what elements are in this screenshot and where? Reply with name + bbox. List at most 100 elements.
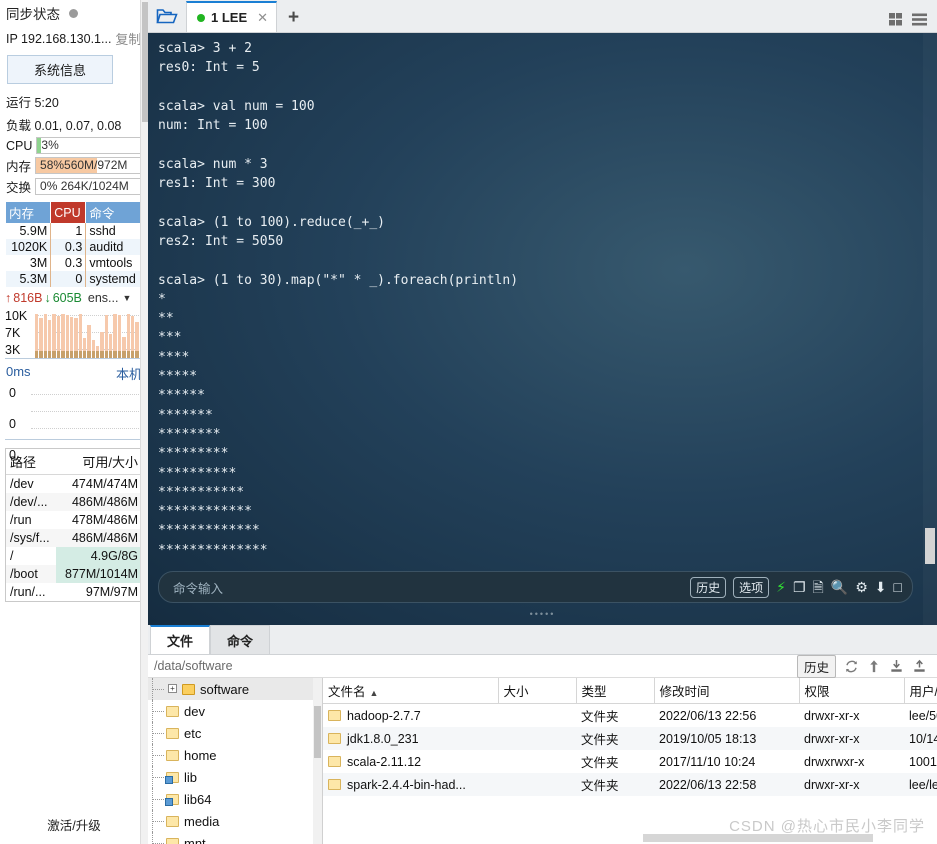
command-input-bar[interactable]: 命令输入 历史 选项 ⚡ ❐ 🗎 🔍 ⚙ ⬇ □ xyxy=(158,571,913,603)
file-cell-owner: lee/50 xyxy=(909,708,937,723)
copy-ip-button[interactable]: 复制 xyxy=(115,29,141,48)
process-row[interactable]: 3M 0.3 vmtools xyxy=(6,255,142,271)
upload-icon[interactable] xyxy=(912,659,927,674)
activate-upgrade-link[interactable]: 激活/升级 xyxy=(0,815,148,834)
command-input-field[interactable]: 命令输入 xyxy=(173,578,223,597)
network-interface-label[interactable]: ens... xyxy=(88,291,119,305)
terminal-tab-1[interactable]: 1 LEE ✕ xyxy=(186,1,278,32)
file-list-table: 文件名▲大小类型修改时间权限用户/用户组 hadoop-2.7.7文件夹2022… xyxy=(323,678,937,796)
file-col-owner[interactable]: 用户/用户组 xyxy=(904,678,937,704)
disk-row[interactable]: /sys/f... 486M/486M xyxy=(6,529,142,547)
file-cell-size xyxy=(498,773,576,796)
disk-row[interactable]: /run 478M/486M xyxy=(6,511,142,529)
tree-item-dev[interactable]: dev xyxy=(148,700,322,722)
tree-item-etc[interactable]: etc xyxy=(148,722,322,744)
copy-icon[interactable]: ❐ xyxy=(793,580,806,594)
file-cell-perm: drwxr-xr-x xyxy=(799,773,904,796)
ip-row: IP 192.168.130.1... 复制 xyxy=(0,26,148,51)
disk-row[interactable]: /dev 474M/474M xyxy=(6,475,142,494)
uptime-label: 运行 5:20 xyxy=(6,96,59,110)
disk-row[interactable]: / 4.9G/8G xyxy=(6,547,142,565)
gear-icon[interactable]: ⚙ xyxy=(855,580,868,594)
file-col-size[interactable]: 大小 xyxy=(498,678,577,704)
tree-item-home[interactable]: home xyxy=(148,744,322,766)
folder-icon xyxy=(165,793,179,806)
command-options-button[interactable]: 选项 xyxy=(733,576,770,598)
tree-item-software[interactable]: + software xyxy=(148,678,322,700)
tab-files[interactable]: 文件 xyxy=(150,625,211,654)
tab-commands[interactable]: 命令 xyxy=(210,625,271,654)
close-icon[interactable]: ✕ xyxy=(257,10,268,26)
process-col-command[interactable]: 命令 xyxy=(85,202,142,223)
terminal-output-area[interactable]: scala> 3 + 2 res0: Int = 5 scala> val nu… xyxy=(148,33,937,625)
swap-meter: 0% 264K/1024M xyxy=(35,178,142,195)
load-average-label: 负载 0.01, 0.07, 0.08 xyxy=(6,119,122,133)
download-icon[interactable]: ⬇ xyxy=(875,580,887,594)
ping-y-label-2: 0 xyxy=(9,448,16,462)
process-col-cpu[interactable]: CPU xyxy=(50,202,87,223)
table-row[interactable]: hadoop-2.7.7 文件夹 2022/06/13 22:56 drwxr-xr-… xyxy=(323,704,937,728)
download-icon[interactable] xyxy=(889,659,904,674)
disk-col-size[interactable]: 可用/大小 xyxy=(56,449,142,475)
folder-icon xyxy=(166,749,179,761)
disk-usage-panel: 路径 可用/大小 /dev 474M/474M/dev/... 486M/486M /… xyxy=(5,448,143,602)
tree-item-lib64[interactable]: lib64 xyxy=(148,788,322,810)
disk-row[interactable]: /dev/... 486M/486M xyxy=(6,493,142,511)
bolt-icon[interactable]: ⚡ xyxy=(776,580,786,594)
file-cell-type: 文件夹 xyxy=(581,756,619,770)
folder-icon xyxy=(328,756,341,767)
memory-meter-label: 内存 xyxy=(6,160,32,174)
paste-icon[interactable]: 🗎 xyxy=(813,580,824,594)
process-row[interactable]: 5.3M 0 systemd xyxy=(6,271,142,287)
ping-header: 0ms 本机 xyxy=(0,359,148,384)
directory-tree[interactable]: + software dev etc home lib lib64 media mnt xyxy=(148,678,323,844)
sidebar-scrollbar[interactable] xyxy=(140,0,148,844)
table-row[interactable]: scala-2.11.12 文件夹 2017/11/10 10:24 drwxrwxr… xyxy=(323,750,937,773)
cpu-meter-label: CPU xyxy=(6,138,33,153)
disk-path: / xyxy=(10,549,14,563)
tree-item-label: etc xyxy=(184,725,202,741)
current-path-label[interactable]: /data/software xyxy=(154,659,233,673)
file-cell-owner: lee/lee xyxy=(904,773,937,796)
terminal-scrollbar[interactable] xyxy=(923,33,937,625)
tree-scrollbar[interactable] xyxy=(313,678,322,844)
file-col-perm[interactable]: 权限 xyxy=(799,678,905,704)
list-menu-icon[interactable] xyxy=(912,12,929,27)
refresh-icon[interactable] xyxy=(844,659,859,674)
file-col-name[interactable]: 文件名 ▲ xyxy=(323,678,499,704)
disk-row[interactable]: /boot 877M/1014M xyxy=(6,565,142,583)
disk-path: /run/... xyxy=(10,585,46,599)
process-col-memory[interactable]: 内存 xyxy=(6,202,52,223)
expand-icon[interactable]: + xyxy=(168,684,177,693)
window-icon[interactable]: □ xyxy=(894,580,902,594)
grid-view-icon[interactable] xyxy=(889,12,906,27)
table-row[interactable]: jdk1.8.0_231 文件夹 2019/10/05 18:13 drwxr-xr-… xyxy=(323,727,937,750)
connected-dot-icon xyxy=(197,13,205,22)
open-folder-icon[interactable] xyxy=(148,0,186,32)
tree-item-label: media xyxy=(184,813,220,829)
splitter-grip[interactable]: ••••• xyxy=(530,609,556,619)
process-row[interactable]: 5.9M 1 sshd xyxy=(6,223,142,239)
table-row[interactable]: spark-2.4.4-bin-had... 文件夹 2022/06/13 22:5… xyxy=(323,773,937,796)
plus-icon[interactable]: + xyxy=(277,7,310,32)
disk-path: /boot xyxy=(6,565,57,583)
tree-item-lib[interactable]: lib xyxy=(148,766,322,788)
parent-dir-icon[interactable] xyxy=(867,659,881,674)
process-table[interactable]: 内存 CPU 命令 5.9M 1 sshd 1020K 0.3 auditd 3M 0.3 vm… xyxy=(6,202,142,287)
file-toolbar: 历史 xyxy=(796,654,937,678)
file-cell-mtime: 2022/06/13 22:58 xyxy=(654,773,799,796)
chevron-down-icon[interactable]: ▼ xyxy=(122,293,131,303)
file-cell-type: 文件夹 xyxy=(581,710,619,724)
search-icon[interactable]: 🔍 xyxy=(831,580,848,594)
file-col-mtime[interactable]: 修改时间 xyxy=(654,678,800,704)
disk-table[interactable]: 路径 可用/大小 /dev 474M/474M/dev/... 486M/486M /… xyxy=(6,449,142,601)
disk-row[interactable]: /run/... 97M/97M xyxy=(6,583,142,601)
tree-item-mnt[interactable]: mnt xyxy=(148,832,322,844)
command-history-button[interactable]: 历史 xyxy=(690,576,727,598)
tree-item-media[interactable]: media xyxy=(148,810,322,832)
process-row[interactable]: 1020K 0.3 auditd xyxy=(6,239,142,255)
system-info-button[interactable]: 系统信息 xyxy=(7,55,113,84)
upload-rate-label: 816B xyxy=(13,291,43,305)
file-col-type[interactable]: 类型 xyxy=(576,678,655,704)
file-history-button[interactable]: 历史 xyxy=(796,654,836,678)
